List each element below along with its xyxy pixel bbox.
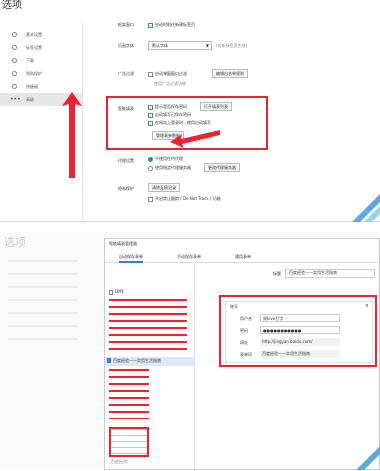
redacted-block-3: [109, 427, 149, 457]
username-label: 用户名: [240, 316, 252, 321]
bottom-title: 选项: [4, 236, 26, 249]
doc-icon: [109, 289, 113, 295]
username-field[interactable]: 周love打字: [260, 314, 340, 322]
change-proxy-button[interactable]: 更改代理服务器: [204, 163, 240, 172]
frame-label: 框架窗口: [118, 22, 134, 27]
corner-decoration: [352, 194, 380, 222]
close-icon[interactable]: ×: [365, 303, 369, 309]
tab-auto-forms[interactable]: 自动保存表单: [119, 254, 143, 263]
adblock-label: 广告过滤: [118, 71, 134, 76]
red-arrow-up-icon: [62, 92, 82, 178]
dnt-option[interactable]: 开启禁止跟踪 ( Do Not Track ) 功能: [148, 196, 221, 202]
form-list: DM1 百度经验——实用生活指南 百度经验: [105, 263, 195, 471]
list-item[interactable]: DM1: [109, 289, 124, 295]
tag-icon: [12, 45, 17, 50]
sidebar-item-tabs[interactable]: 标签设置: [0, 41, 82, 54]
adblock-hint: 使用广告过滤功能: [154, 81, 186, 86]
footer-link[interactable]: 百度经验: [111, 459, 127, 465]
chevron-down-icon: ▼: [205, 43, 209, 48]
tab-common-forms[interactable]: 通用表单: [235, 254, 251, 260]
account-header: 账号: [230, 304, 238, 309]
entry-title-field[interactable]: 百度经验——实用生活指南: [285, 269, 375, 278]
proxy-option-1[interactable]: 不使用任何代理: [148, 156, 183, 162]
sidebar-item-download[interactable]: 下载: [0, 54, 82, 67]
site-icon: [107, 358, 111, 363]
font-hint: (对新标签页生效): [216, 43, 248, 48]
site-label: 网址: [240, 340, 248, 345]
smartfill-option-1[interactable]: ✓ 提示是否保存密码: [148, 104, 187, 110]
list-item-selected[interactable]: 百度经验——实用生活指南: [105, 357, 195, 366]
top-title: 选项: [2, 0, 22, 11]
more-icon: •••: [10, 96, 21, 103]
gear-icon: [12, 32, 17, 37]
open-fill-list-button[interactable]: 打开填表列表: [200, 102, 232, 111]
smartfill-option-2[interactable]: ✓ 自动填写已保存密码: [148, 112, 191, 118]
sidebar-item-basic[interactable]: 基本设置: [0, 28, 82, 41]
smartfill-label: 智能填表: [118, 106, 134, 111]
redacted-block-1: [109, 299, 187, 355]
frame-option[interactable]: ✓ 启动时前往新建标签页: [148, 22, 195, 28]
download-icon: [12, 58, 17, 63]
password-label: 密码: [240, 328, 248, 333]
faded-sidebar: [8, 260, 78, 340]
adblock-rules-button[interactable]: 编辑白名单规则: [212, 69, 248, 78]
tab-manual-forms[interactable]: 手动保存表单: [177, 254, 201, 260]
top-screenshot: 选项 基本设置 标签设置 下载 隐私保护 快捷键 ••• 高级 框架窗口 ✓ 启动时…: [0, 0, 380, 222]
form-field: 百度经验——实用生活指南: [260, 350, 340, 358]
form-label: 表单项: [240, 352, 252, 357]
redacted-block-2: [109, 369, 149, 419]
sidebar-item-privacy[interactable]: 隐私保护: [0, 67, 82, 80]
dialog-tabbar: 自动保存表单 手动保存表单 通用表单: [105, 251, 380, 263]
account-panel: 账号 × 用户名 周love打字 密码 ●●●●●●●●●●● 网址 http:…: [225, 301, 373, 363]
bottom-screenshot: 选项 智能填表管理器 自动保存表单 手动保存表单 通用表单 DM1 百度经验——…: [0, 232, 380, 471]
adblock-option[interactable]: 启动弹窗窗口过滤: [148, 71, 187, 77]
clear-traces-button[interactable]: 清除无痕记录: [148, 183, 180, 192]
target-icon: [12, 84, 17, 89]
corner-decoration-bottom: [356, 446, 380, 470]
password-field[interactable]: ●●●●●●●●●●●: [260, 326, 340, 334]
fill-manager-dialog: 智能填表管理器 自动保存表单 手动保存表单 通用表单 DM1 百度经验——实用生…: [104, 238, 380, 471]
proxy-option-2[interactable]: 使用指定代理服务器: [148, 165, 191, 171]
proxy-label: 代理设置: [118, 158, 134, 163]
site-field: http://jingyan.baidu.com/: [260, 338, 340, 346]
entry-title-label: 标题: [273, 271, 281, 276]
red-arrow-left-icon: [170, 130, 220, 148]
shield-icon: [12, 71, 17, 76]
privacy-label: 隐私保护: [118, 186, 134, 191]
font-select[interactable]: 默认字体 ▼: [148, 41, 212, 50]
dialog-title: 智能填表管理器: [109, 241, 137, 246]
font-label: 页面字体: [118, 43, 134, 48]
